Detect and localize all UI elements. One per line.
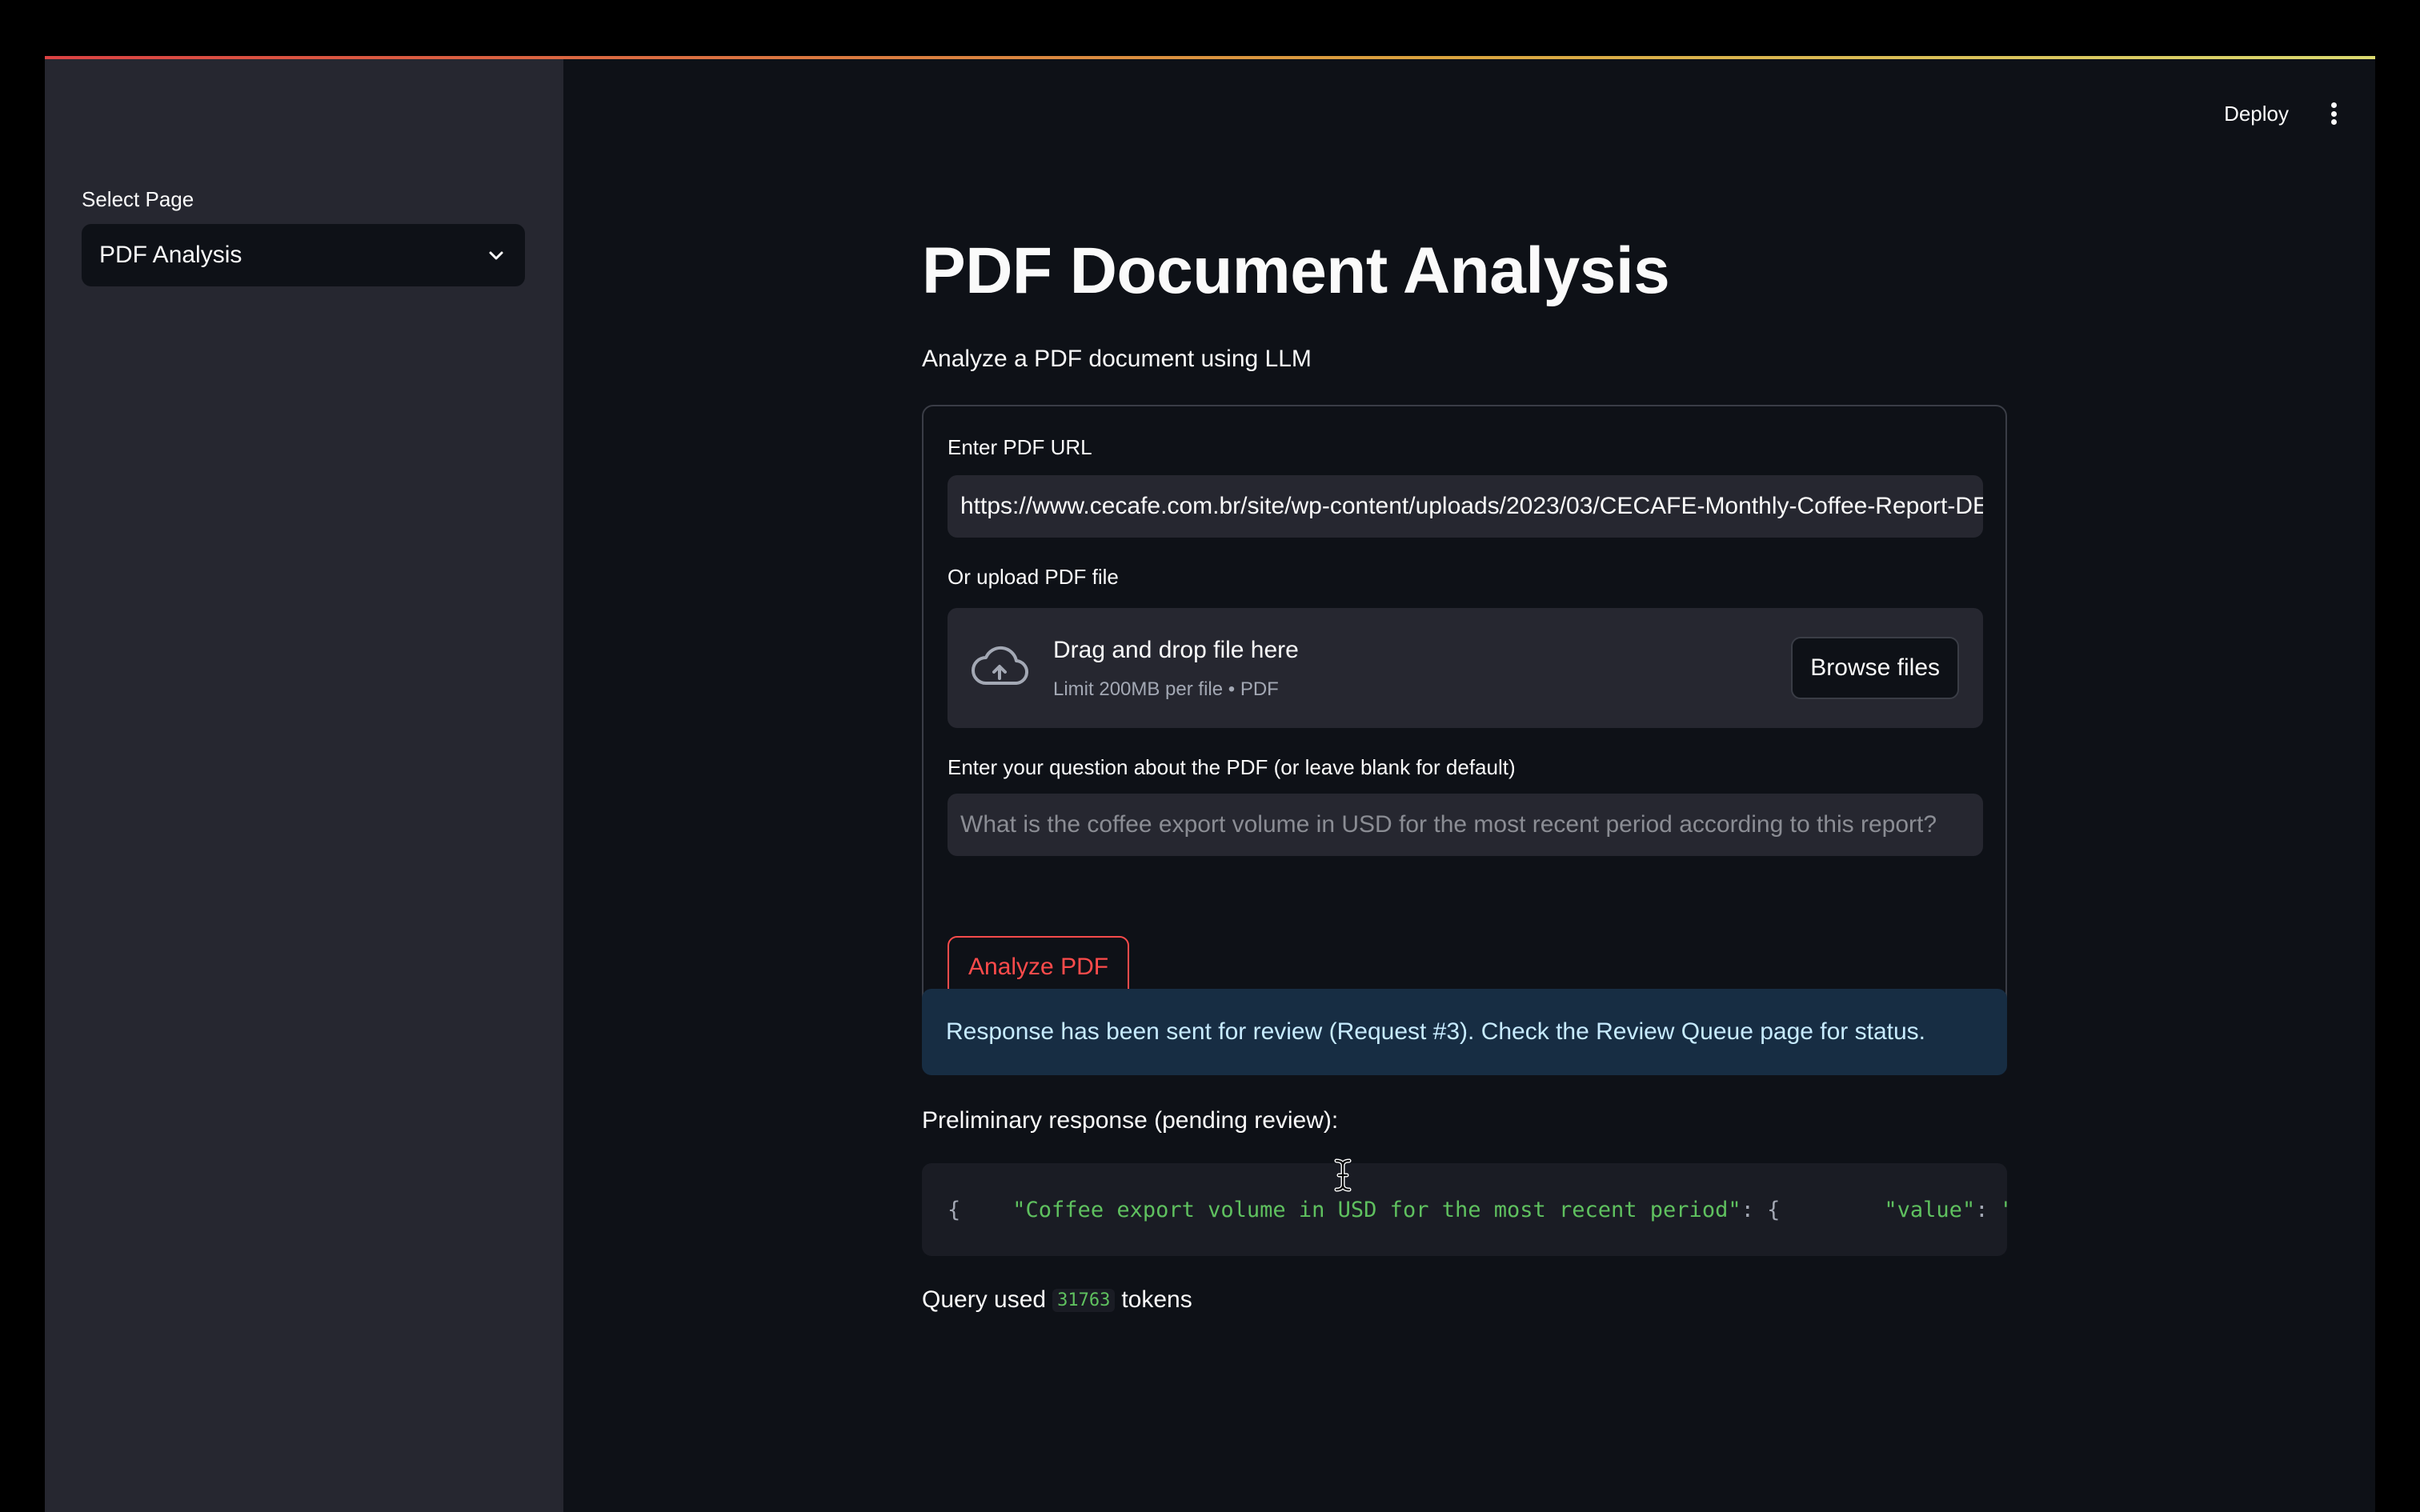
preliminary-response-label: Preliminary response (pending review): [922, 1107, 1339, 1134]
page-select[interactable]: PDF Analysis [82, 224, 525, 286]
header-actions: Deploy [2224, 98, 2343, 130]
kebab-menu-icon[interactable] [2324, 98, 2343, 130]
question-input[interactable]: What is the coffee export volume in USD … [948, 794, 1983, 856]
cloud-upload-icon [972, 646, 1029, 686]
analysis-form: Enter PDF URL https://www.cecafe.com.br/… [922, 405, 2007, 1019]
upload-label: Or upload PDF file [948, 565, 1119, 589]
pdf-url-label: Enter PDF URL [948, 435, 1092, 459]
page-subtitle: Analyze a PDF document using LLM [922, 346, 1312, 372]
question-label: Enter your question about the PDF (or le… [948, 755, 1516, 779]
tokens-prefix: Query used [922, 1286, 1047, 1313]
browse-files-button[interactable]: Browse files [1791, 637, 1959, 699]
deploy-button[interactable]: Deploy [2224, 102, 2289, 126]
page-select-value: PDF Analysis [99, 242, 242, 268]
code-value-colon: : [1975, 1197, 2001, 1222]
text-cursor-icon [1334, 1158, 1352, 1192]
token-usage: Query used 31763 tokens [922, 1286, 1192, 1314]
dropzone-limit: Limit 200MB per file • PDF [1053, 678, 1279, 700]
dropzone-title: Drag and drop file here [1053, 637, 1299, 663]
sidebar: Select Page PDF Analysis [45, 59, 563, 1512]
token-count-badge: 31763 [1052, 1288, 1116, 1312]
select-page-label: Select Page [82, 187, 194, 211]
code-key: "Coffee export volume in USD for the mos… [1012, 1197, 1741, 1222]
app-window: Select Page PDF Analysis Deploy PDF Docu… [45, 56, 2375, 1512]
code-value-key: "value" [1884, 1197, 1976, 1222]
page-title: PDF Document Analysis [922, 234, 1670, 307]
json-response-code-block[interactable]: { "Coffee export volume in USD for the m… [922, 1163, 2007, 1256]
pdf-url-input[interactable]: https://www.cecafe.com.br/site/wp-conten… [948, 475, 1983, 538]
review-info-alert: Response has been sent for review (Reque… [922, 989, 2007, 1075]
code-open-brace: { [948, 1197, 1013, 1222]
chevron-down-icon [485, 244, 507, 266]
tokens-suffix: tokens [1121, 1286, 1192, 1313]
file-dropzone[interactable]: Drag and drop file here Limit 200MB per … [948, 608, 1983, 728]
code-colon-brace: : { [1741, 1197, 1885, 1222]
code-value-start: " [2001, 1198, 2007, 1222]
